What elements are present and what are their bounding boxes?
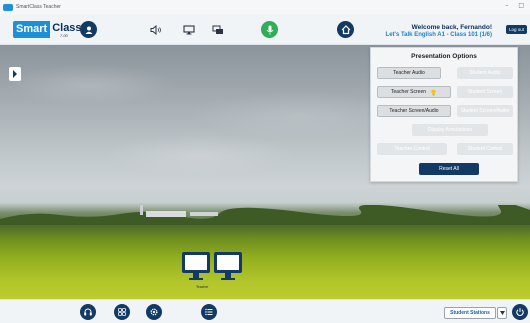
chevron-right-icon bbox=[13, 70, 17, 78]
teacher-screen-label: Teacher Screen bbox=[390, 89, 427, 95]
logo-version: 7.00 bbox=[60, 33, 68, 38]
maximize-icon[interactable]: □ bbox=[518, 2, 524, 9]
logout-button[interactable]: Log out bbox=[505, 25, 527, 34]
teacher-screen-button[interactable]: Teacher Screen bbox=[377, 86, 451, 98]
teacher-screen-audio-button[interactable]: Teacher Screen/Audio bbox=[377, 105, 451, 117]
microphone-icon bbox=[266, 25, 273, 34]
stations-dropdown-button[interactable] bbox=[497, 307, 507, 319]
headset-button[interactable] bbox=[80, 304, 96, 320]
monitor-icon bbox=[182, 252, 210, 281]
logo: Smart Class 7.00 bbox=[13, 21, 84, 38]
student-stations-select[interactable]: Student Stations bbox=[444, 307, 496, 319]
power-button[interactable] bbox=[512, 304, 528, 320]
apps-button[interactable] bbox=[114, 304, 130, 320]
list-button[interactable] bbox=[201, 304, 217, 320]
monitor-icon bbox=[214, 252, 242, 281]
chat-icon bbox=[212, 25, 223, 34]
student-screen-button[interactable]: Student Screen bbox=[457, 86, 513, 98]
headset-icon bbox=[84, 308, 92, 316]
welcome-text: Welcome back, Fernando! bbox=[411, 24, 492, 31]
welcome-block: Welcome back, Fernando! Let's Talk Engli… bbox=[386, 24, 492, 38]
caret-down-icon bbox=[499, 311, 505, 315]
reset-all-button[interactable]: Reset All bbox=[419, 163, 479, 175]
settings-button[interactable] bbox=[146, 304, 162, 320]
class-info: Let's Talk English A1 - Class 101 (1/6) bbox=[385, 32, 492, 38]
landscape-treeline bbox=[0, 205, 530, 225]
user-settings-button[interactable] bbox=[80, 21, 97, 38]
window-title: SmartClass Teacher bbox=[16, 4, 61, 10]
teacher-monitors[interactable] bbox=[182, 252, 242, 281]
expand-sidebar-button[interactable] bbox=[9, 67, 21, 81]
student-screen-audio-button[interactable]: Student Screen/Audio bbox=[457, 105, 513, 117]
teacher-audio-button[interactable]: Teacher Audio bbox=[377, 67, 441, 79]
window-controls: – □ bbox=[505, 2, 524, 9]
list-icon bbox=[205, 308, 213, 316]
student-control-button[interactable]: Student Control bbox=[457, 143, 513, 155]
teacher-control-button[interactable]: Teacher Control bbox=[377, 143, 447, 155]
screen-button[interactable] bbox=[181, 22, 197, 37]
home-button[interactable] bbox=[337, 21, 354, 38]
microphone-button[interactable] bbox=[261, 21, 278, 38]
grid-icon bbox=[118, 308, 126, 316]
header: Smart Class 7.00 Welcome back, Fernando!… bbox=[0, 14, 530, 45]
volume-button[interactable] bbox=[148, 22, 164, 37]
lightbulb-icon bbox=[431, 89, 436, 95]
monitor-icon bbox=[183, 24, 195, 34]
bottom-toolbar: Student Stations bbox=[0, 299, 530, 323]
panel-title: Presentation Options bbox=[411, 53, 477, 60]
minimize-icon[interactable]: – bbox=[505, 2, 508, 9]
desktop-background: Presentation Options Teacher Audio Stude… bbox=[0, 45, 530, 299]
app-icon bbox=[3, 3, 13, 11]
logo-smart: Smart bbox=[13, 21, 51, 38]
display-annotations-button[interactable]: Display Annotations bbox=[412, 124, 488, 136]
student-audio-button[interactable]: Student Audio bbox=[457, 67, 513, 79]
presentation-options-panel: Presentation Options Teacher Audio Stude… bbox=[370, 47, 518, 182]
monitors-label: Teacher bbox=[196, 285, 209, 289]
power-icon bbox=[516, 308, 524, 316]
title-bar: SmartClass Teacher – □ bbox=[0, 0, 530, 14]
home-icon bbox=[341, 24, 350, 34]
user-gear-icon bbox=[85, 26, 92, 34]
gear-icon bbox=[150, 308, 158, 316]
speaker-icon bbox=[150, 24, 161, 35]
chat-button[interactable] bbox=[210, 22, 226, 37]
